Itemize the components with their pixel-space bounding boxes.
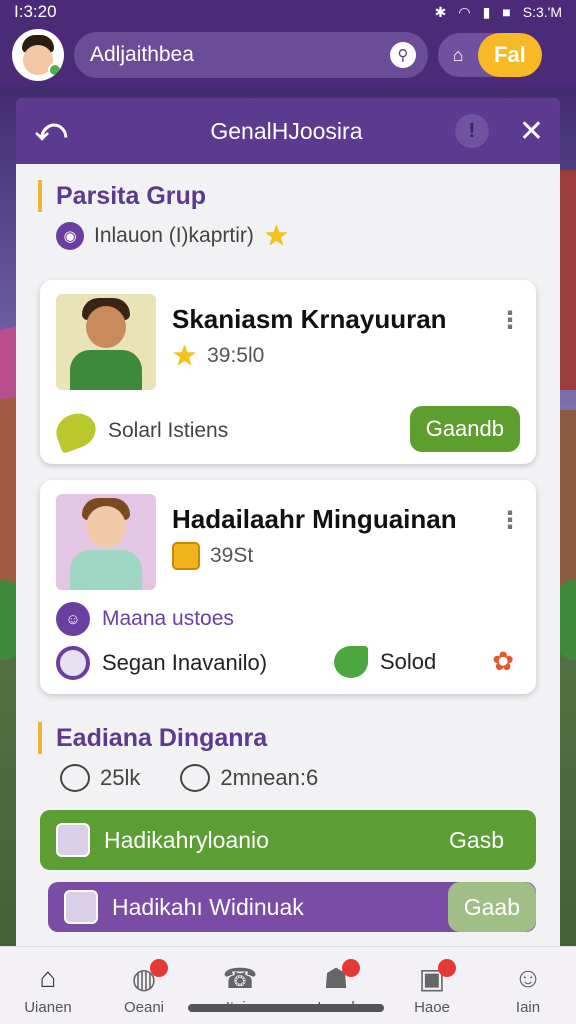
battery-icon: ■ <box>502 4 511 20</box>
bluetooth-icon: ✱ <box>434 3 447 20</box>
search-input[interactable]: Adljaithbea ⚲ <box>74 32 428 78</box>
status-bar: I:3:20 ✱ ◠ ▮ ■ S:3.'M <box>0 0 576 24</box>
avatar[interactable] <box>12 29 64 81</box>
bottom-nav: ⌂ Uianen ◍ Oeani ☎ Itaiu ☗ Ieranl ▣ Haoe… <box>0 946 576 1024</box>
group-thumb <box>56 823 90 857</box>
nav-item-chat[interactable]: ◍ Oeani <box>104 959 184 1016</box>
phone-icon: ☎ <box>222 962 258 994</box>
cube-icon <box>172 542 200 570</box>
section-subtitle: Inlauon (I)kaprtir) <box>94 224 254 247</box>
card-avatar <box>56 494 156 590</box>
stat-chats: 2mnean:6 <box>220 765 319 790</box>
top-bar: Adljaithbea ⚲ ⌂ Fal <box>0 24 576 86</box>
info-icon[interactable]: ! <box>454 114 489 148</box>
nav-item-profile[interactable]: ☺ Iain <box>488 962 568 1016</box>
home-icon: ⌂ <box>39 962 57 993</box>
stat-comments: 25lk <box>100 765 141 790</box>
card-score: 39St <box>210 544 254 567</box>
notification-badge <box>342 959 360 977</box>
coin-pill[interactable]: ⌂ Fal <box>438 33 542 77</box>
bar-action-button[interactable]: Gasb <box>433 827 520 854</box>
group-panel: ⤺ GenalHJoosira ! ✕ Parsita Grup ◉ Inlau… <box>16 98 560 958</box>
profile-icon: ☺ <box>513 962 543 993</box>
star-icon: ★ <box>263 220 289 251</box>
wifi-icon: ◠ <box>458 3 471 20</box>
section-title: Eadiana Dinganra <box>38 722 267 754</box>
group-bar[interactable]: Hadikahryloanio Gasb <box>40 810 536 870</box>
group-bar[interactable]: Hadikahı Widinuak Gaab <box>48 882 536 932</box>
card-score-row: 39St <box>172 542 253 570</box>
close-icon[interactable]: ✕ <box>519 114 544 149</box>
ring-icon <box>56 646 90 680</box>
card-score-row: ★ 39:5l0 <box>172 342 264 370</box>
leaf-icon <box>51 408 101 454</box>
flower-icon[interactable]: ✿ <box>492 646 514 677</box>
card-info-row: ☺ Maana ustoes <box>56 602 234 636</box>
card-info: Maana ustoes <box>102 607 234 630</box>
nav-item-home[interactable]: ⌂ Uianen <box>8 962 88 1016</box>
chat-icon <box>180 764 211 792</box>
search-text: Adljaithbea <box>90 43 194 66</box>
status-time: I:3:20 <box>14 2 57 21</box>
reward-card[interactable]: Hadailaahr Minguainan ⋮ 39St ☺ Maana ust… <box>40 480 536 694</box>
claim-button[interactable]: Gaandb <box>409 406 520 452</box>
bar-label: Hadikahryloanio <box>104 826 269 853</box>
bar-label: Hadikahı Widinuak <box>112 893 304 920</box>
card-sold: Solod <box>380 649 437 674</box>
back-icon[interactable]: ⤺ <box>34 114 68 148</box>
section-title: Parsita Grup <box>38 180 206 212</box>
card-sold-row: Solod <box>334 646 436 678</box>
card-title: Hadailaahr Minguainan <box>172 504 457 534</box>
group-thumb <box>64 890 98 924</box>
panel-header: ⤺ GenalHJoosira ! ✕ <box>16 98 560 164</box>
signal-icon: ▮ <box>482 3 491 20</box>
pill-label[interactable]: Fal <box>478 33 542 77</box>
nav-item-inbox[interactable]: ▣ Haoe <box>392 959 472 1016</box>
stats-row: 25lk 2mnean:6 <box>60 764 318 792</box>
search-icon[interactable]: ⚲ <box>390 42 416 68</box>
card-status: Solarl Istiens <box>108 419 229 442</box>
user-icon: ☺ <box>56 602 90 636</box>
card-status-row: Solarl Istiens <box>51 408 229 454</box>
star-icon: ★ <box>172 340 198 371</box>
reward-card[interactable]: Skaniasm Krnayuuran ⋮ ★ 39:5l0 Solarl Is… <box>40 280 536 464</box>
location-icon: ◉ <box>56 222 84 250</box>
card-score: 39:5l0 <box>207 344 265 367</box>
bag-icon[interactable]: ⌂ <box>438 33 478 77</box>
comment-icon <box>60 764 90 792</box>
panel-title: GenalHJoosira <box>210 117 363 144</box>
card-status-row: Segan Inavanilo) <box>56 646 267 680</box>
leaf-icon <box>334 646 368 678</box>
more-icon[interactable]: ⋮ <box>498 506 522 535</box>
notification-badge <box>150 959 168 977</box>
card-status: Segan Inavanilo) <box>102 650 268 675</box>
section-subtitle-row: ◉ Inlauon (I)kaprtir) ★ <box>56 222 289 250</box>
card-avatar <box>56 294 156 390</box>
notification-badge <box>438 959 456 977</box>
bar-action-button[interactable]: Gaab <box>447 882 536 932</box>
card-title: Skaniasm Krnayuuran <box>172 304 447 334</box>
status-clock: S:3.'M <box>522 4 562 20</box>
home-indicator[interactable] <box>188 1004 384 1012</box>
online-badge <box>48 63 62 77</box>
more-icon[interactable]: ⋮ <box>498 306 522 335</box>
